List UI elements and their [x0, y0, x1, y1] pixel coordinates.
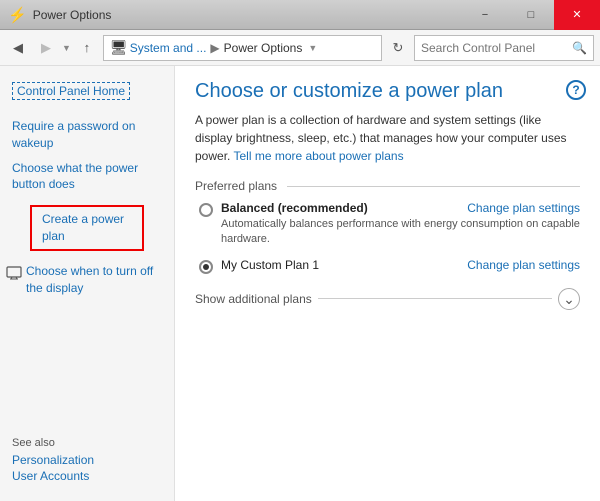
content-description: A power plan is a collection of hardware… [195, 111, 580, 165]
see-also-personalization[interactable]: Personalization [12, 453, 162, 467]
app-icon: ⚡ [8, 6, 27, 24]
nav-bar: ◀ ▶ ▼ ↑ 🖥 System and ... ▶ Power Options… [0, 30, 600, 66]
search-input[interactable] [421, 41, 572, 55]
custom-radio[interactable] [199, 260, 213, 274]
breadcrumb-icon: 🖥 [110, 39, 128, 56]
see-also: See also Personalization User Accounts [0, 427, 174, 491]
search-box: 🔍 [414, 35, 594, 61]
maximize-button[interactable]: □ [508, 0, 554, 30]
sidebar-item-require-password[interactable]: Require a password on wakeup [0, 114, 174, 156]
nav-dropdown-arrow[interactable]: ▼ [62, 43, 71, 53]
sidebar-item-turn-off-row: Choose when to turn off the display [0, 259, 174, 301]
balanced-change-link[interactable]: Change plan settings [467, 201, 580, 215]
custom-plan-info: My Custom Plan 1 Change plan settings [221, 258, 580, 272]
show-additional-label: Show additional plans [195, 292, 312, 306]
chevron-down-icon: ⌄ [563, 292, 575, 306]
sidebar-item-create-plan[interactable]: Create a power plan [30, 205, 144, 251]
balanced-radio[interactable] [199, 203, 213, 217]
plan-item-custom: My Custom Plan 1 Change plan settings [195, 258, 580, 274]
close-button[interactable]: ✕ [554, 0, 600, 30]
search-icon: 🔍 [572, 41, 587, 55]
see-also-label: See also [12, 437, 162, 449]
divider-line [318, 298, 552, 299]
refresh-button[interactable]: ↻ [386, 36, 410, 60]
title-bar: ⚡ Power Options − □ ✕ [0, 0, 600, 30]
sidebar-item-turn-off-display[interactable]: Choose when to turn off the display [26, 263, 168, 297]
breadcrumb: 🖥 System and ... ▶ Power Options ▼ [103, 35, 382, 61]
breadcrumb-dropdown[interactable]: ▼ [308, 43, 317, 53]
custom-change-link[interactable]: Change plan settings [467, 258, 580, 272]
breadcrumb-current: Power Options [224, 41, 303, 55]
main-layout: Control Panel Home Require a password on… [0, 66, 600, 501]
monitor-icon [6, 265, 22, 281]
title-bar-title: Power Options [33, 8, 112, 22]
plan-item-balanced: Balanced (recommended) Change plan setti… [195, 201, 580, 248]
show-additional-row: Show additional plans ⌄ [195, 288, 580, 310]
back-button[interactable]: ◀ [6, 36, 30, 60]
see-also-user-accounts[interactable]: User Accounts [12, 469, 162, 483]
up-button[interactable]: ↑ [75, 36, 99, 60]
help-icon[interactable]: ? [566, 80, 586, 100]
balanced-plan-name: Balanced (recommended) [221, 201, 368, 215]
expand-button[interactable]: ⌄ [558, 288, 580, 310]
forward-button[interactable]: ▶ [34, 36, 58, 60]
tell-me-link[interactable]: Tell me more about power plans [233, 149, 403, 163]
preferred-plans-label: Preferred plans [195, 179, 580, 193]
sidebar-item-power-button[interactable]: Choose what the power button does [0, 156, 174, 198]
content-area: ? Choose or customize a power plan A pow… [175, 66, 600, 501]
breadcrumb-system[interactable]: System and ... [130, 41, 207, 55]
control-panel-home-link[interactable]: Control Panel Home [12, 82, 130, 100]
custom-plan-name: My Custom Plan 1 [221, 258, 319, 272]
breadcrumb-sep1: ▶ [210, 41, 219, 55]
balanced-plan-info: Balanced (recommended) Change plan setti… [221, 201, 580, 248]
sidebar-home: Control Panel Home [0, 76, 174, 106]
minimize-button[interactable]: − [462, 0, 508, 30]
content-title: Choose or customize a power plan [195, 80, 580, 103]
balanced-plan-desc: Automatically balances performance with … [221, 217, 580, 248]
sidebar: Control Panel Home Require a password on… [0, 66, 175, 501]
